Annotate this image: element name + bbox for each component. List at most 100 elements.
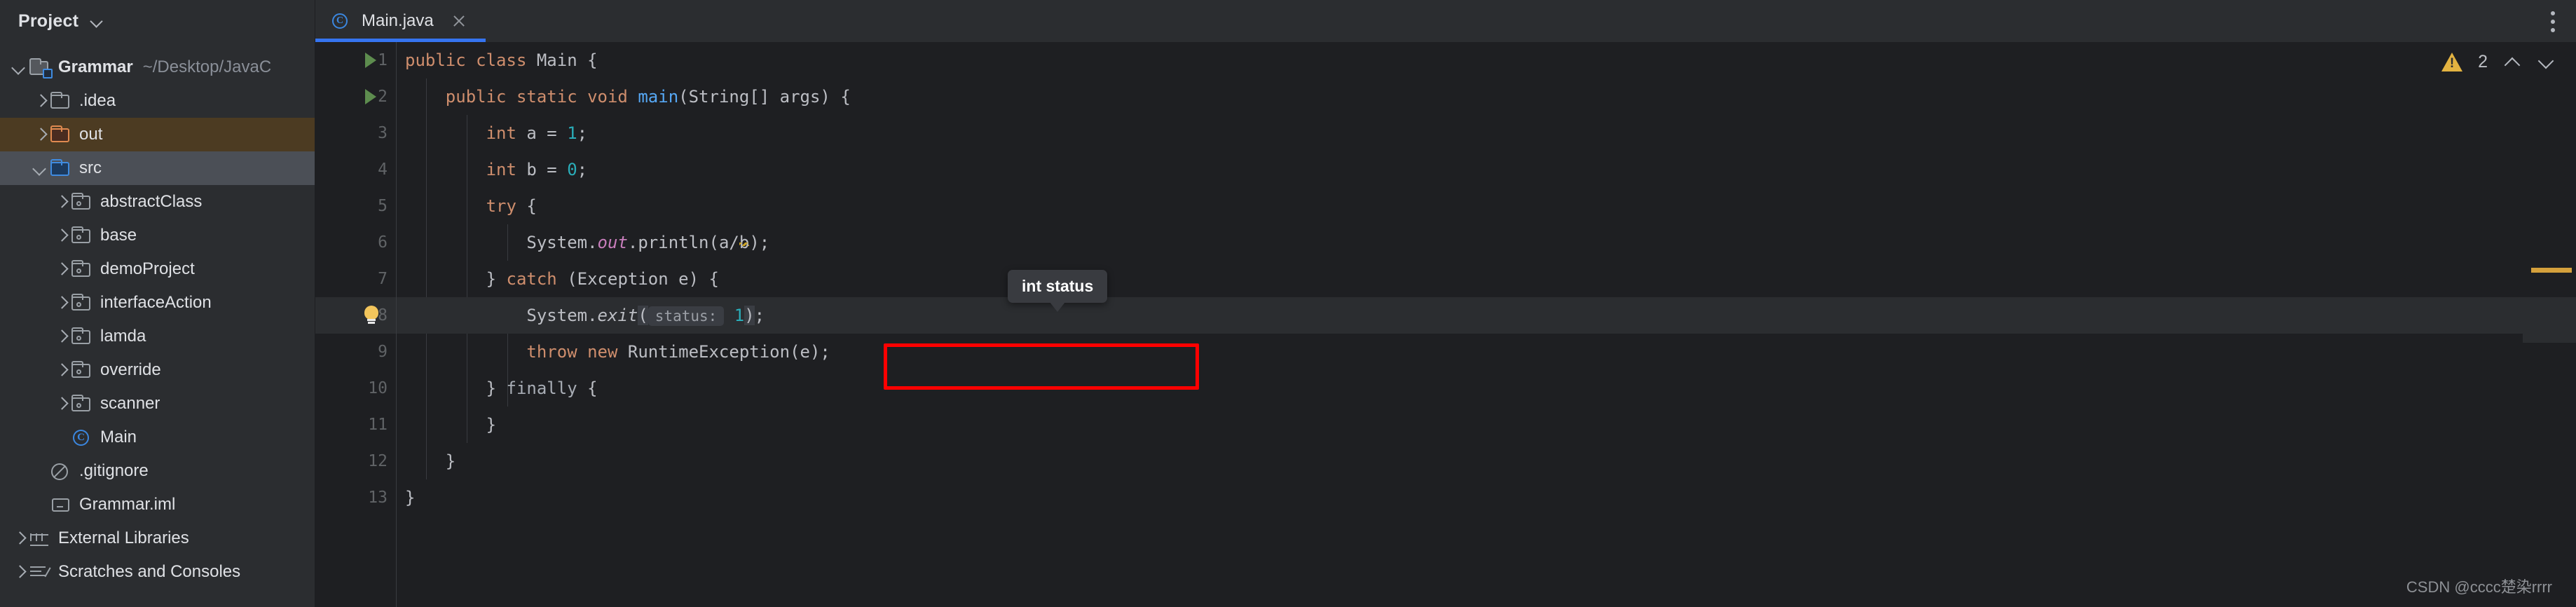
package-icon	[70, 226, 94, 245]
gutter-line: 10	[315, 370, 396, 407]
code-text[interactable]: public class Main { public static void m…	[397, 42, 2576, 607]
page-title: Project	[18, 11, 79, 31]
chevron-right-icon[interactable]	[31, 92, 49, 110]
parameter-info-tooltip: int status	[1008, 270, 1108, 312]
caret-position-marker	[2523, 306, 2576, 343]
package-icon	[70, 293, 94, 313]
sidebar-item-idea[interactable]: .idea	[0, 84, 315, 118]
iml-file-icon	[49, 495, 73, 514]
sidebar-item-interfaceaction[interactable]: interfaceAction	[0, 286, 315, 320]
folder-source-icon	[49, 158, 73, 178]
sidebar-item-label: out	[79, 125, 103, 144]
project-tool-window: Project Grammar ~/Desktop/JavaC .idea ou…	[0, 0, 315, 607]
code-line-11: }	[405, 415, 497, 435]
code-line-2: public static void main(String[] args) {	[445, 87, 851, 107]
package-icon	[70, 394, 94, 414]
sidebar-item-abstractclass[interactable]: abstractClass	[0, 185, 315, 219]
run-class-icon[interactable]	[365, 53, 376, 68]
line-number: 12	[368, 452, 388, 470]
sidebar-item-label: override	[100, 360, 161, 379]
chevron-right-icon[interactable]	[52, 395, 70, 413]
line-number: 2	[378, 88, 388, 106]
intention-bulb-icon[interactable]	[362, 306, 381, 325]
chevron-right-icon[interactable]	[52, 193, 70, 211]
warning-triangle-icon	[2441, 53, 2463, 71]
chevron-right-icon[interactable]	[52, 361, 70, 379]
sidebar-item-label: Main	[100, 428, 137, 446]
sidebar-item-label: interfaceAction	[100, 293, 212, 312]
scratches-icon	[28, 562, 52, 582]
project-panel-header[interactable]: Project	[0, 0, 315, 42]
tab-main-java[interactable]: C Main.java	[315, 0, 486, 42]
sidebar-item-demoproject[interactable]: demoProject	[0, 252, 315, 286]
folder-plain-icon	[49, 91, 73, 111]
code-line-10: } finally {	[405, 378, 598, 398]
chevron-down-icon[interactable]	[31, 159, 49, 177]
sidebar-item-out[interactable]: out	[0, 118, 315, 151]
sidebar-item-gitignore[interactable]: .gitignore	[0, 454, 315, 488]
sidebar-item-override[interactable]: override	[0, 353, 315, 387]
code-editor[interactable]: 1 2 3 4 5 6 7 8 9 10 11 12 13 public cla…	[315, 42, 2576, 607]
chevron-right-icon[interactable]	[52, 327, 70, 346]
chevron-down-icon[interactable]	[2537, 53, 2555, 71]
chevron-right-icon[interactable]	[52, 226, 70, 245]
sidebar-item-label: abstractClass	[100, 192, 203, 211]
sidebar-item-base[interactable]: base	[0, 219, 315, 252]
gutter-line: 3	[315, 115, 396, 151]
chevron-down-icon[interactable]	[10, 58, 28, 76]
line-number: 7	[378, 270, 388, 288]
folder-excluded-icon	[49, 125, 73, 144]
more-options-icon[interactable]	[2551, 11, 2556, 32]
gutter-line: 11	[315, 407, 396, 443]
editor-tab-bar: C Main.java	[315, 0, 2576, 42]
sidebar-item-grammar[interactable]: Grammar ~/Desktop/JavaC	[0, 50, 315, 84]
chevron-right-icon[interactable]	[10, 563, 28, 581]
project-tree: Grammar ~/Desktop/JavaC .idea out src ab…	[0, 42, 315, 589]
sidebar-item-scratches-and-consoles[interactable]: Scratches and Consoles	[0, 555, 315, 589]
sidebar-item-grammar-iml[interactable]: Grammar.iml	[0, 488, 315, 521]
code-line-4: int b = 0;	[486, 160, 588, 179]
line-number: 3	[378, 124, 388, 142]
close-icon[interactable]	[451, 13, 467, 29]
editor-gutter[interactable]: 1 2 3 4 5 6 7 8 9 10 11 12 13	[315, 42, 396, 607]
package-icon	[70, 360, 94, 380]
warning-count: 2	[2478, 52, 2488, 71]
sidebar-item-label: src	[79, 158, 102, 177]
line-number: 11	[368, 416, 388, 434]
sidebar-item-label: .gitignore	[79, 461, 149, 480]
java-class-icon: C	[70, 428, 94, 447]
warning-stripe-marker[interactable]	[2531, 268, 2572, 273]
run-method-icon[interactable]	[365, 89, 376, 104]
project-path: ~/Desktop/JavaC	[142, 57, 272, 76]
chevron-down-icon[interactable]	[90, 13, 105, 29]
code-line-1: public class Main {	[405, 50, 598, 70]
sidebar-item-scanner[interactable]: scanner	[0, 387, 315, 421]
sidebar-item-label: Scratches and Consoles	[58, 562, 241, 581]
line-number: 5	[378, 197, 388, 215]
ide-window: Project Grammar ~/Desktop/JavaC .idea ou…	[0, 0, 2576, 607]
chevron-right-icon[interactable]	[10, 529, 28, 547]
sidebar-item-main[interactable]: C Main	[0, 421, 315, 454]
tab-label: Main.java	[362, 11, 434, 30]
sidebar-item-label: base	[100, 226, 137, 245]
gutter-line: 4	[315, 151, 396, 188]
inspection-widget[interactable]: 2	[2441, 52, 2555, 72]
chevron-up-icon[interactable]	[2503, 53, 2521, 71]
package-icon	[70, 259, 94, 279]
line-number: 4	[378, 161, 388, 179]
sidebar-item-src[interactable]: src	[0, 151, 315, 185]
chevron-right-icon[interactable]	[52, 260, 70, 278]
sidebar-item-label: demoProject	[100, 259, 195, 278]
sidebar-item-label: Grammar.iml	[79, 495, 176, 514]
no-arrow-spacer	[31, 462, 49, 480]
sidebar-item-lamda[interactable]: lamda	[0, 320, 315, 353]
package-icon	[70, 327, 94, 346]
package-icon	[70, 192, 94, 212]
sidebar-item-external-libraries[interactable]: External Libraries	[0, 521, 315, 555]
line-number: 13	[368, 489, 388, 507]
chevron-right-icon[interactable]	[52, 294, 70, 312]
code-line-12: }	[405, 451, 456, 471]
watermark: CSDN @cccc楚染rrrr	[2406, 578, 2552, 596]
chevron-right-icon[interactable]	[31, 125, 49, 144]
sidebar-item-label: .idea	[79, 91, 116, 110]
